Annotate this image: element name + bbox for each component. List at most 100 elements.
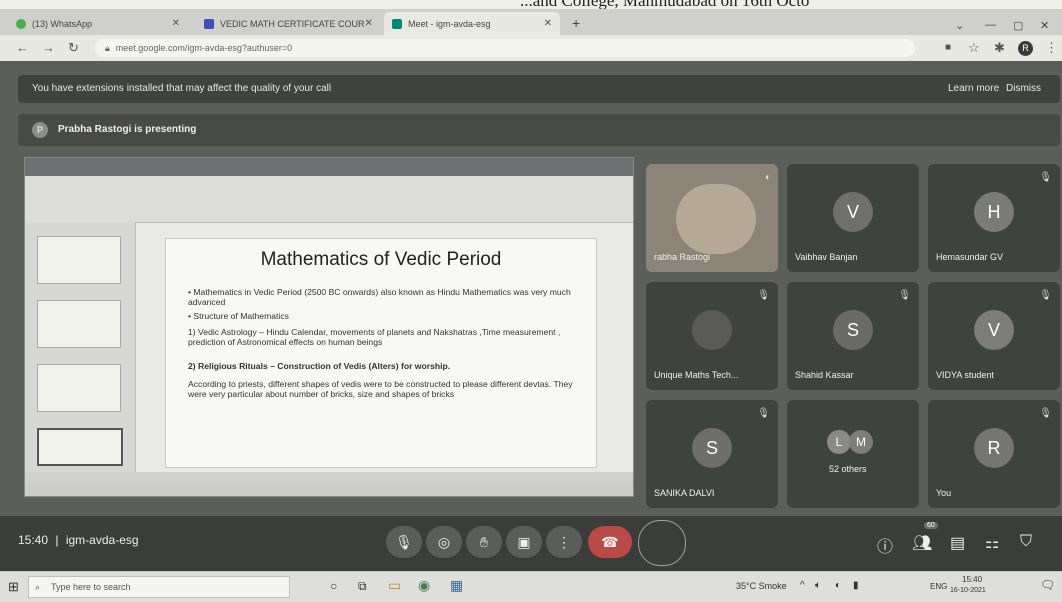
network-icon[interactable]: ◐ [835,580,841,591]
cursor-highlight [638,520,686,566]
mic-off-icon: 🎙︎ [395,534,413,550]
present-button[interactable]: ▣ [506,526,542,558]
maximize-icon[interactable]: ▢ [1013,19,1023,32]
input-language[interactable]: ENG [930,582,947,591]
presenter-avatar: P [32,122,48,138]
forward-arrow-icon[interactable]: → [42,40,55,55]
participant-tile[interactable]: S 🎙︎ SANIKA DALVI [646,400,778,508]
notifications-icon[interactable]: 🗨︎ [1040,578,1055,592]
taskview-grid-icon[interactable]: ⧉ [358,579,367,594]
chrome-icon[interactable]: ◉ [418,577,430,594]
windows-start-icon[interactable]: ⊞ [8,579,19,595]
raise-hand-button[interactable]: ✋︎ [466,526,502,558]
host-controls-icon[interactable]: ⛉ [1020,533,1032,551]
slide-thumbnail [37,236,121,284]
participant-name: rabha Rastogi [654,252,711,262]
slide-paragraph: According to priests, different shapes o… [188,379,573,399]
camera-toggle-button[interactable]: ◎ [426,526,462,558]
mic-off-icon: 🎙︎ [757,290,770,301]
document-icon [204,18,214,29]
participant-tile[interactable]: S 🎙︎ Shahid Kassar [787,282,919,390]
participant-name: SANIKA DALVI [654,488,715,498]
hand-icon: ✋︎ [480,534,488,550]
back-arrow-icon[interactable]: ← [16,40,29,55]
app-icon[interactable]: ▦ [450,577,463,594]
tab-label: (13) WhatsApp [32,18,93,29]
activities-icon[interactable]: ⚏ [985,533,999,553]
tab-meet[interactable]: Meet - igm-avda-esg ✕ [384,12,560,35]
separator: | [55,533,59,547]
people-icon[interactable]: 👥︎ [912,533,932,553]
mic-toggle-button[interactable]: 🎙︎ [386,526,422,558]
others-tile[interactable]: L M 52 others [787,400,919,508]
slide-list-item: 2) Religious Rituals – Construction of V… [188,361,451,371]
more-options-button[interactable]: ⋮ [546,526,582,558]
weather-status[interactable]: 35°C Smoke [736,581,787,591]
presenter-banner: P Prabha Rastogi is presenting [18,114,1060,146]
mic-off-icon: 🎙︎ [1039,172,1052,183]
participant-tile[interactable]: 🎙︎ Unique Maths Tech... [646,282,778,390]
info-icon[interactable]: ⓘ [877,533,893,557]
more-icon: ⋮ [557,534,571,550]
tray-chevron-icon[interactable]: ^ [800,580,805,591]
reload-icon[interactable]: ↻ [68,40,79,56]
clock-time[interactable]: 15:40 [962,575,982,584]
participant-tile-self[interactable]: R 🎙︎ You [928,400,1060,508]
camera-icon[interactable]: ■ [945,42,951,53]
participant-tile[interactable]: H 🎙︎ Hemasundar GV [928,164,1060,272]
close-icon[interactable]: ✕ [172,18,180,29]
meeting-time: 15:40 [18,533,49,547]
file-explorer-icon[interactable]: ▭ [388,577,401,594]
learn-more-link[interactable]: Learn more [948,75,999,103]
meeting-info: 15:40 | igm-avda-esg [18,533,139,547]
star-icon[interactable]: ☆ [968,40,980,56]
powerpoint-title-bar [25,158,633,176]
participant-avatar: S [692,428,732,468]
powerpoint-ribbon [25,176,633,223]
mic-off-icon: 🎙︎ [1039,408,1052,419]
extension-warning-banner: You have extensions installed that may a… [18,75,1060,103]
address-bar[interactable]: 🔒︎ meet.google.com/igm-avda-esg?authuser=… [95,39,915,57]
search-icon: ⌕ [35,582,41,592]
taskbar-search-input[interactable]: ⌕ Type here to search [28,576,290,598]
minimize-icon[interactable]: — [985,19,996,31]
slide-canvas: Mathematics of Vedic Period • Mathematic… [165,238,597,468]
close-window-icon[interactable]: ✕ [1040,19,1049,32]
close-icon[interactable]: ✕ [365,18,373,29]
shared-windows-taskbar [25,482,633,496]
slide-list-item: 1) Vedic Astrology – Hindu Calendar, mov… [188,327,561,347]
camera-off-icon: ◎ [437,534,451,550]
document-caption-strip: ...and College, Mahmudabad on 16th Octo [0,0,1062,9]
participant-name: VIDYA student [936,370,994,380]
shared-screen[interactable]: Mathematics of Vedic Period • Mathematic… [24,157,634,497]
battery-icon[interactable]: ▮ [853,580,859,591]
others-avatar: L [827,430,851,454]
mic-off-icon: 🎙︎ [757,408,770,419]
slide-thumbnail-selected [37,428,123,466]
tab-vedic-certificate[interactable]: VEDIC MATH CERTIFICATE COUR ✕ [196,12,376,35]
clock-date[interactable]: 16-10-2021 [950,587,986,594]
participant-tile[interactable]: ◖ rabha Rastogi [646,164,778,272]
address-url: meet.google.com/igm-avda-esg?authuser=0 [115,43,293,53]
chat-icon[interactable]: ▤ [950,533,965,553]
profile-avatar[interactable]: R [1018,41,1033,56]
mic-off-icon: 🎙︎ [1039,290,1052,301]
extensions-icon[interactable]: ✱ [994,40,1005,56]
dismiss-button[interactable]: Dismiss [1006,75,1041,103]
volume-icon[interactable]: 🔈︎ [815,580,821,591]
slide-title: Mathematics of Vedic Period [260,249,502,270]
slide-bullet: • Mathematics in Vedic Period (2500 BC o… [188,287,571,307]
close-icon[interactable]: ✕ [544,18,552,29]
menu-icon[interactable]: ⋮ [1045,40,1058,56]
leave-call-button[interactable]: ☎︎ [588,526,632,558]
tab-whatsapp[interactable]: (13) WhatsApp ✕ [8,12,188,35]
participant-name: Vaibhav Banjan [795,252,858,262]
participant-tile[interactable]: V Vaibhav Banjan [787,164,919,272]
present-icon: ▣ [517,534,531,550]
slide-thumbnail [37,364,121,412]
new-tab-button[interactable]: + [572,15,580,31]
powerpoint-status-bar [25,472,633,482]
task-view-icon[interactable]: ○ [330,579,337,593]
chevron-down-icon[interactable]: ⌄ [955,19,964,32]
participant-tile[interactable]: V 🎙︎ VIDYA student [928,282,1060,390]
